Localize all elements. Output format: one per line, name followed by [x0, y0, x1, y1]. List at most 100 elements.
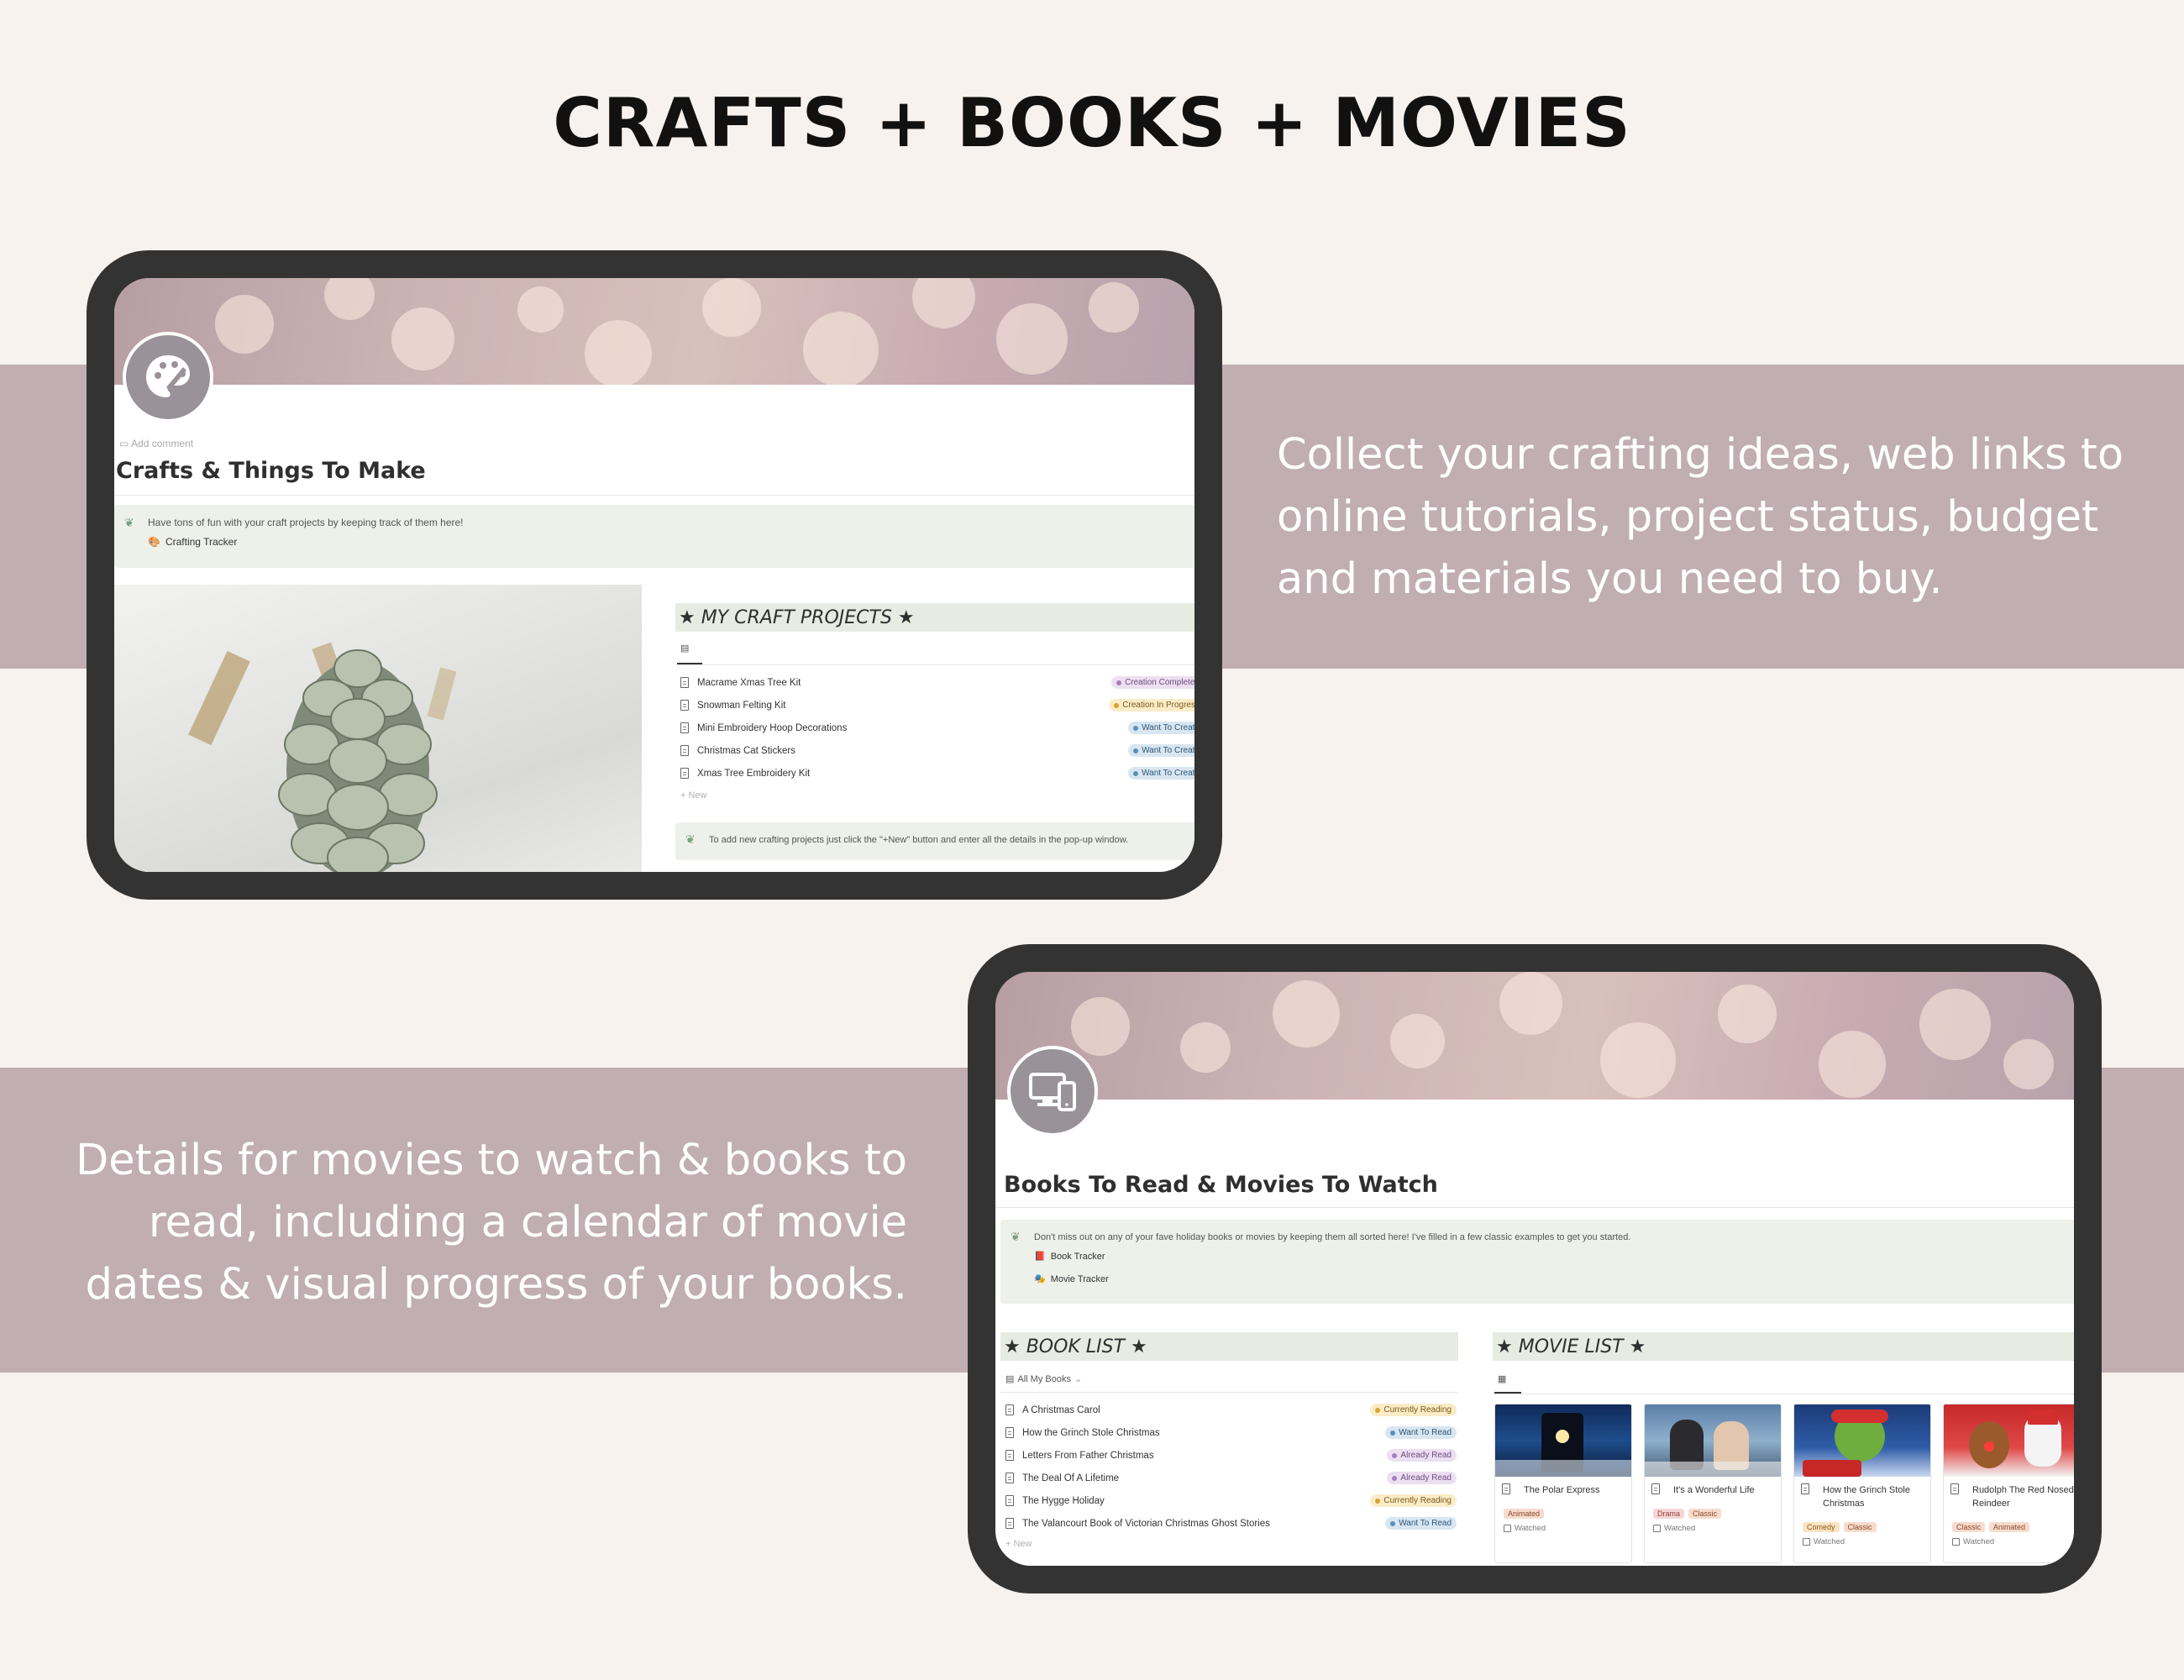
movie-card[interactable]: How the Grinch Stole Christmas Comedy Cl… — [1793, 1404, 1931, 1563]
watched-checkbox[interactable]: Watched — [1952, 1537, 1994, 1546]
movie-title: Rudolph The Red Nosed Reindeer — [1950, 1483, 2074, 1510]
movie-title: The Polar Express — [1502, 1483, 1626, 1497]
sprig-icon: ❦ — [685, 832, 696, 846]
movie-tags: Drama Classic — [1653, 1509, 1722, 1519]
doc-title: Crafts & Things To Make — [116, 458, 426, 484]
movie-title: It's a Wonderful Life — [1651, 1483, 1776, 1497]
movie-poster — [1794, 1404, 1930, 1477]
table-row[interactable]: The Deal Of A Lifetime Already Read — [1005, 1467, 1457, 1489]
all-my-books-view-tab[interactable]: ▤ All My Books ⌄ — [1005, 1373, 1083, 1385]
table-row[interactable]: The Hygge Holiday Currently Reading — [1005, 1489, 1457, 1512]
add-comment-button[interactable]: ▭ Add comment — [119, 438, 193, 449]
watched-checkbox[interactable]: Watched — [1803, 1537, 1845, 1546]
cover-image — [114, 278, 1194, 385]
crafts-callout: ❦ Have tons of fun with your craft proje… — [114, 505, 1194, 568]
books-movies-description: Details for movies to watch & books to r… — [76, 1136, 907, 1310]
palette-small-icon: 🎨 — [148, 536, 160, 548]
movie-tracker-link[interactable]: 🎭 Movie Tracker — [1034, 1273, 1109, 1285]
movie-tags: Comedy Classic — [1803, 1522, 1877, 1532]
table-row[interactable]: Christmas Cat Stickers Want To Create — [680, 739, 1194, 762]
book-tracker-link[interactable]: 📕 Book Tracker — [1034, 1251, 1105, 1263]
crafts-description: Collect your crafting ideas, web links t… — [1277, 430, 2124, 604]
tag-animated: Animated — [1504, 1509, 1545, 1519]
table-row[interactable]: Macrame Xmas Tree Kit Creation Completed — [680, 671, 1194, 694]
table-row[interactable]: A Christmas Carol Currently Reading — [1005, 1399, 1457, 1421]
view-divider — [1000, 1392, 1458, 1393]
book-icon: 📕 — [1034, 1252, 1046, 1262]
table-view-tab[interactable]: ▤ — [680, 643, 689, 654]
row-label: The Valancourt Book of Victorian Christm… — [1022, 1518, 1270, 1529]
movie-card[interactable]: It's a Wonderful Life Drama Classic Watc… — [1644, 1404, 1782, 1563]
crafting-tracker-link[interactable]: 🎨 Crafting Tracker — [148, 536, 237, 548]
status-badge: Already Read — [1387, 1449, 1457, 1462]
book-list-heading: ★ BOOK LIST ★ — [1000, 1332, 1458, 1361]
view-divider — [677, 664, 1194, 665]
row-label: Christmas Cat Stickers — [697, 745, 795, 756]
checkbox-icon — [1803, 1538, 1810, 1546]
watched-checkbox[interactable]: Watched — [1504, 1524, 1546, 1533]
book-new-button[interactable]: + New — [1005, 1539, 1032, 1549]
tip-text: To add new crafting projects just click … — [709, 835, 1129, 845]
page-icon — [1502, 1483, 1510, 1494]
movie-card[interactable]: Rudolph The Red Nosed Reindeer Classic A… — [1943, 1404, 2074, 1563]
table-row[interactable]: The Valancourt Book of Victorian Christm… — [1005, 1512, 1457, 1535]
tag-classic: Classic — [1688, 1509, 1722, 1519]
callout-text: Don't miss out on any of your fave holid… — [1034, 1232, 1631, 1242]
page-icon — [1950, 1483, 1959, 1494]
status-badge: Currently Reading — [1370, 1494, 1457, 1507]
checkbox-icon — [1653, 1525, 1661, 1532]
table-row[interactable]: Letters From Father Christmas Already Rea… — [1005, 1444, 1457, 1467]
page-icon — [1005, 1404, 1014, 1415]
page-icon — [680, 677, 689, 688]
status-badge: Creation In Progress — [1109, 699, 1194, 711]
palette-icon — [123, 332, 213, 423]
tablet-crafts: ▭ Add comment Crafts & Things To Make ❦ … — [87, 250, 1222, 900]
view-label: All My Books — [1017, 1373, 1071, 1384]
row-label: Letters From Father Christmas — [1022, 1450, 1154, 1461]
checkbox-icon — [1504, 1525, 1511, 1532]
gallery-icon: ▦ — [1498, 1374, 1507, 1384]
page-icon — [1651, 1483, 1660, 1494]
craft-projects-heading: ★ MY CRAFT PROJECTS ★ — [675, 603, 1194, 632]
movie-card[interactable]: The Polar Express Animated Watched — [1494, 1404, 1632, 1563]
crafts-screen: ▭ Add comment Crafts & Things To Make ❦ … — [114, 278, 1194, 872]
table-icon: ▤ — [680, 643, 690, 654]
pinecone-photo — [114, 585, 642, 872]
craft-tip-callout: ❦ To add new crafting projects just clic… — [675, 822, 1194, 860]
page-icon — [1005, 1450, 1014, 1461]
sprig-icon: ❦ — [1011, 1230, 1021, 1243]
title-divider — [114, 495, 1194, 496]
checkbox-icon — [1952, 1538, 1960, 1546]
tag-classic: Classic — [1952, 1522, 1986, 1532]
theater-masks-icon: 🎭 — [1034, 1274, 1046, 1284]
chevron-down-icon: ⌄ — [1074, 1374, 1083, 1384]
movie-tags: Classic Animated — [1952, 1522, 2030, 1532]
page-icon — [680, 768, 689, 779]
movie-list-heading: ★ MOVIE LIST ★ — [1493, 1332, 2074, 1361]
row-label: How the Grinch Stole Christmas — [1022, 1427, 1160, 1438]
craft-new-button[interactable]: + New — [680, 790, 707, 801]
page-icon — [680, 700, 689, 711]
tag-classic: Classic — [1843, 1522, 1877, 1532]
page-icon — [1801, 1483, 1809, 1494]
tag-comedy: Comedy — [1803, 1522, 1840, 1532]
row-label: Xmas Tree Embroidery Kit — [697, 768, 811, 779]
page-title: CRAFTS + BOOKS + MOVIES — [553, 84, 1631, 162]
table-row[interactable]: How the Grinch Stole Christmas Want To Re… — [1005, 1421, 1457, 1444]
table-row[interactable]: Mini Embroidery Hoop Decorations Want To … — [680, 717, 1194, 739]
movie-poster — [1495, 1404, 1631, 1477]
row-label: A Christmas Carol — [1022, 1404, 1100, 1415]
movie-tracker-label: Movie Tracker — [1050, 1273, 1109, 1284]
add-comment-label: Add comment — [131, 438, 194, 449]
table-row[interactable]: Snowman Felting Kit Creation In Progress — [680, 694, 1194, 717]
tag-animated: Animated — [1989, 1522, 2030, 1532]
movie-tags: Animated — [1504, 1509, 1545, 1519]
table-row[interactable]: Xmas Tree Embroidery Kit Want To Create — [680, 762, 1194, 785]
tablet-books-movies: Books To Read & Movies To Watch ❦ Don't … — [968, 944, 2102, 1593]
page-icon — [1005, 1427, 1014, 1438]
gallery-view-tab[interactable]: ▦ — [1498, 1373, 1506, 1384]
watched-checkbox[interactable]: Watched — [1653, 1524, 1695, 1533]
sprig-icon: ❦ — [124, 516, 134, 529]
row-label: The Hygge Holiday — [1022, 1495, 1105, 1506]
page-icon — [1005, 1495, 1014, 1506]
